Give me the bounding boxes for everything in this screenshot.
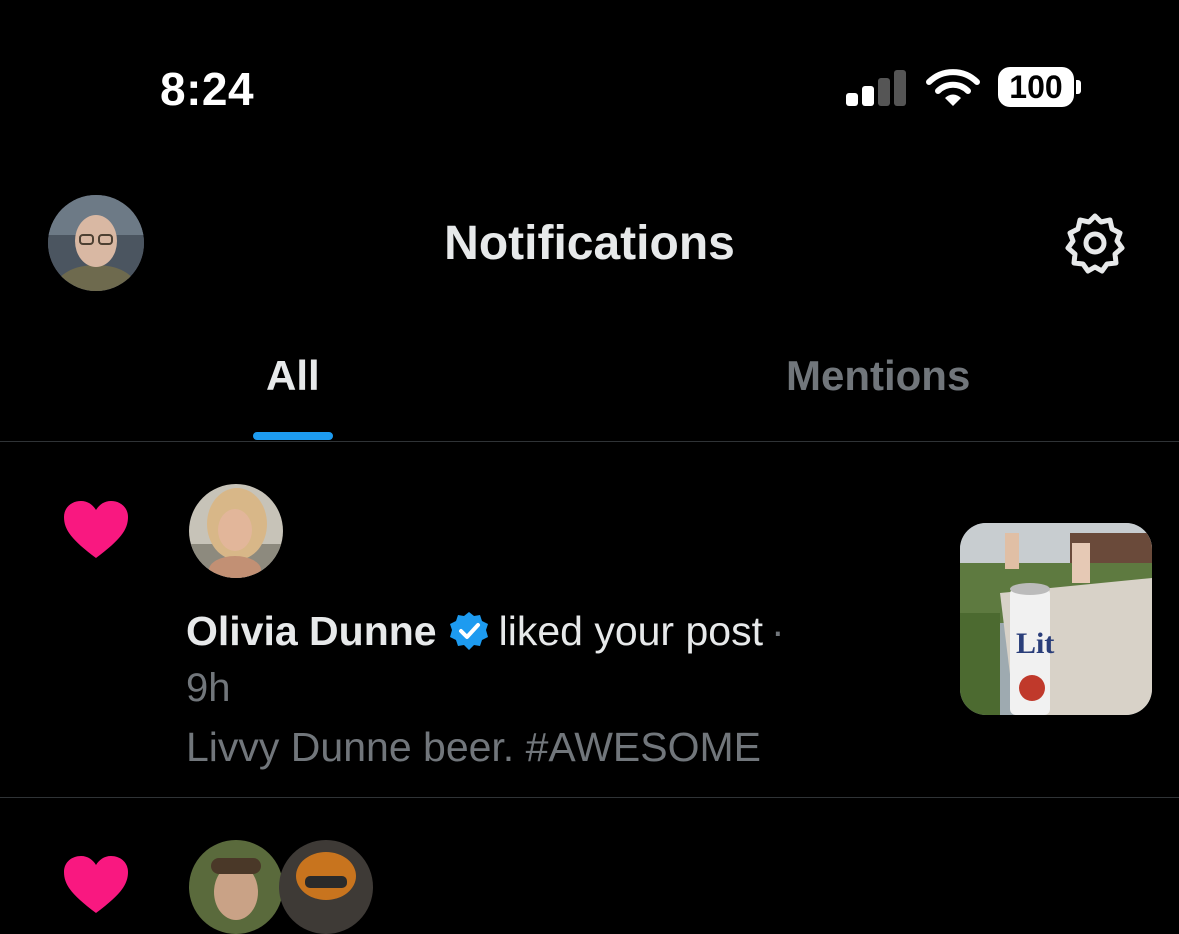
post-thumbnail[interactable]: Lit <box>960 523 1152 715</box>
notification-divider <box>0 797 1179 798</box>
svg-text:Lit: Lit <box>1016 627 1054 660</box>
cellular-signal-icon <box>846 70 906 106</box>
tab-mentions[interactable]: Mentions <box>786 352 970 400</box>
user-name[interactable]: Olivia Dunne <box>186 608 437 654</box>
status-time: 8:24 <box>160 63 255 115</box>
battery-tip <box>1076 80 1081 94</box>
heart-icon <box>64 501 128 558</box>
page-title: Notifications <box>444 217 735 270</box>
timestamp: 9h <box>186 666 231 710</box>
user-avatar[interactable] <box>279 840 373 934</box>
wifi-icon <box>926 69 980 106</box>
post-snippet: Livvy Dunne beer. #AWESOME <box>186 724 762 770</box>
notification-action: liked your post <box>498 608 763 654</box>
tabs-divider <box>0 441 1179 442</box>
battery-level: 100 <box>1009 68 1063 105</box>
separator-dot: · <box>770 608 785 654</box>
user-avatar[interactable] <box>189 840 283 934</box>
gear-icon[interactable] <box>1062 210 1128 276</box>
tab-all[interactable]: All <box>266 352 320 400</box>
verified-badge-icon <box>449 612 488 650</box>
user-avatar[interactable] <box>189 484 283 578</box>
active-tab-indicator <box>253 432 333 440</box>
battery-icon: 100 <box>998 67 1074 107</box>
heart-icon <box>64 856 128 913</box>
notification-text: Olivia Dunne liked your post · <box>186 608 785 655</box>
